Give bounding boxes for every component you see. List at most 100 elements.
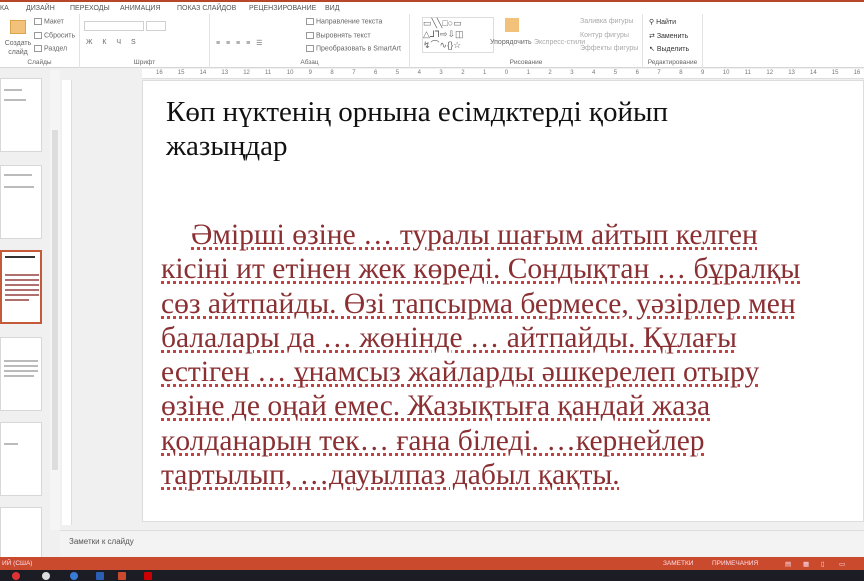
- font-family-select[interactable]: [84, 21, 144, 31]
- notes-toggle[interactable]: ЗАМЕТКИ: [663, 560, 693, 567]
- ruler-tick: 10: [286, 70, 294, 76]
- view-normal-icon[interactable]: ▤: [785, 560, 791, 568]
- tab-home[interactable]: КА: [0, 5, 9, 12]
- comments-toggle[interactable]: ПРИМЕЧАНИЯ: [712, 560, 758, 567]
- tab-view[interactable]: ВИД: [325, 5, 339, 12]
- ruler-tick: 14: [810, 70, 817, 76]
- scrollbar-thumb[interactable]: [52, 130, 58, 470]
- ruler-tick: 13: [221, 70, 229, 76]
- arrange-button[interactable]: Упорядочить: [490, 39, 532, 46]
- shapes-gallery[interactable]: ▭╲╲□○▭ △⅃⅂⇨⇩◫ ↯⌒∿{}☆: [422, 17, 494, 53]
- ruler-tick: 7: [352, 70, 356, 76]
- app-icon[interactable]: [42, 572, 50, 580]
- ruler-tick: 12: [243, 70, 250, 76]
- slide-thumbnail[interactable]: [0, 78, 42, 152]
- tab-slideshow[interactable]: ПОКАЗ СЛАЙДОВ: [177, 5, 236, 12]
- ruler-tick: 0: [504, 70, 509, 76]
- ruler-tick: 10: [722, 70, 730, 76]
- ruler-tick: 4: [592, 70, 596, 76]
- tab-review[interactable]: РЕЦЕНЗИРОВАНИЕ: [249, 5, 316, 12]
- section-icon: [34, 45, 42, 52]
- slide-body-text[interactable]: Әмірші өзіне … туралы шағым айтып келген…: [161, 218, 801, 492]
- arrange-icon: [505, 18, 519, 32]
- replace-button[interactable]: ⇄ Заменить: [649, 32, 688, 40]
- ruler-tick: 11: [744, 70, 751, 76]
- slide-thumbnail[interactable]: [0, 337, 42, 411]
- ribbon: Создать слайд Макет Сбросить Раздел Слай…: [0, 14, 864, 68]
- group-slides: Создать слайд Макет Сбросить Раздел Слай…: [0, 14, 80, 68]
- slide-canvas[interactable]: Көп нүктенің орнына есімдктерді қойып жа…: [142, 80, 864, 522]
- slide-thumbnail[interactable]: [0, 422, 42, 496]
- text-direction-button[interactable]: Направление текста: [306, 18, 382, 25]
- ruler-tick: 6: [635, 70, 639, 76]
- replace-icon: ⇄: [649, 33, 657, 40]
- align-buttons[interactable]: ≡ ≡ ≡ ≡ ☰: [216, 39, 264, 47]
- select-button[interactable]: ↖ Выделить: [649, 45, 689, 53]
- ruler-tick: 15: [177, 70, 185, 76]
- ruler-tick: 5: [395, 70, 400, 76]
- notes-placeholder: Заметки к слайду: [69, 537, 134, 546]
- section-button[interactable]: Раздел: [34, 45, 67, 52]
- align-text-icon: [306, 32, 314, 39]
- layout-button[interactable]: Макет: [34, 18, 64, 25]
- powerpoint-taskbar-icon[interactable]: [118, 572, 126, 580]
- reset-button[interactable]: Сбросить: [34, 32, 75, 39]
- status-bar: ИЙ (США) ЗАМЕТКИ ПРИМЕЧАНИЯ ▤ ▦ ▯ ▭: [0, 557, 864, 570]
- view-reading-icon[interactable]: ▯: [821, 560, 825, 568]
- taskbar: [0, 570, 864, 581]
- ruler-tick: 3: [570, 70, 574, 76]
- ruler-tick: 4: [417, 70, 421, 76]
- language-indicator[interactable]: ИЙ (США): [2, 560, 32, 567]
- ruler-tick: 16: [853, 70, 861, 76]
- vertical-ruler: [62, 80, 72, 525]
- app-icon[interactable]: [96, 572, 104, 580]
- app-icon[interactable]: [144, 572, 152, 580]
- group-label: Шрифт: [133, 59, 156, 66]
- notes-pane[interactable]: Заметки к слайду: [60, 530, 864, 556]
- tab-design[interactable]: ДИЗАЙН: [26, 5, 55, 12]
- slide-thumbnails-panel: [0, 70, 48, 581]
- view-sorter-icon[interactable]: ▦: [803, 560, 809, 568]
- group-label: Редактирование: [647, 59, 698, 66]
- body-line: Әмірші өзіне … туралы шағым айтып келген: [191, 219, 758, 251]
- tab-animations[interactable]: АНИМАЦИЯ: [120, 5, 161, 12]
- body-line: тартылып, …дауылпаз дабыл қақты.: [161, 459, 620, 492]
- shape-effects-button[interactable]: Эффекты фигуры: [580, 45, 638, 52]
- font-size-select[interactable]: [146, 21, 166, 31]
- font-format-buttons[interactable]: Ж К Ч S: [86, 39, 140, 46]
- ruler-tick: 11: [265, 70, 272, 76]
- ruler-tick: 7: [657, 70, 661, 76]
- title-line: Көп нүктенің орнына есімдктерді қойып: [166, 96, 669, 128]
- shape-outline-button[interactable]: Контур фигуры: [580, 32, 629, 39]
- slide-thumbnail-selected[interactable]: [0, 250, 42, 324]
- horizontal-ruler: 16 15 14 13 12 11 10 9 8 7 6 5 4 3 2 1 0 1 2 3 4 5 6 7 8 9 10 11 12 1…: [142, 69, 864, 79]
- group-label: Рисование: [509, 59, 543, 66]
- smartart-button[interactable]: Преобразовать в SmartArt: [306, 45, 401, 52]
- slide-title[interactable]: Көп нүктенің орнына есімдктерді қойып жа…: [166, 95, 766, 163]
- ruler-tick: 16: [156, 70, 163, 76]
- app-icon[interactable]: [12, 572, 20, 580]
- ruler-tick: 12: [766, 70, 774, 76]
- slide-thumbnail[interactable]: [0, 165, 42, 239]
- ruler-tick: 3: [439, 70, 443, 76]
- group-label: Слайды: [27, 59, 52, 66]
- ruler-tick: 15: [831, 70, 839, 76]
- quick-styles-button[interactable]: Экспресс-стили: [534, 39, 585, 46]
- ruler-tick: 8: [330, 70, 334, 76]
- new-slide-button[interactable]: Создать слайд: [4, 39, 32, 57]
- ruler-tick: 9: [701, 70, 705, 76]
- ruler-tick: 1: [526, 70, 530, 76]
- reset-icon: [34, 32, 42, 39]
- slideshow-icon[interactable]: ▭: [839, 560, 845, 568]
- ruler-tick: 6: [374, 70, 378, 76]
- ruler-tick: 2: [548, 70, 552, 76]
- smartart-icon: [306, 45, 314, 52]
- tab-transitions[interactable]: ПЕРЕХОДЫ: [70, 5, 110, 12]
- shape-fill-button[interactable]: Заливка фигуры: [580, 18, 633, 25]
- text-direction-icon: [306, 18, 314, 25]
- app-icon[interactable]: [70, 572, 78, 580]
- body-line: қолданарын тек… ғана біледі. …кернейлер: [161, 424, 705, 457]
- align-text-button[interactable]: Выровнять текст: [306, 32, 371, 39]
- find-button[interactable]: ⚲ Найти: [649, 18, 676, 26]
- title-line: жазыңдар: [166, 130, 288, 162]
